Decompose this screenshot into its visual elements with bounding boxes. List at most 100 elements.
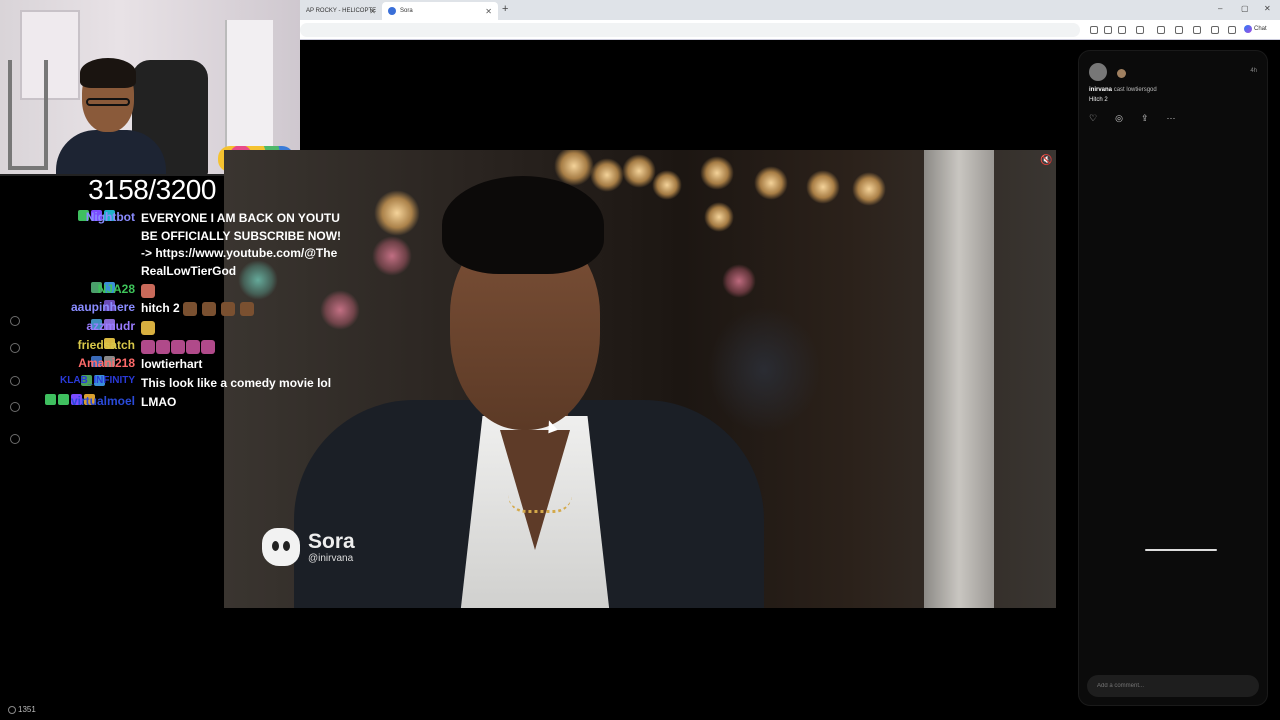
- cameo-icon: [1117, 69, 1126, 78]
- chat-username[interactable]: KLAB_INFINITY: [60, 375, 135, 386]
- post-cast: cast lowtiersgod: [1113, 87, 1157, 93]
- extension-icon[interactable]: [1090, 26, 1098, 34]
- home-icon[interactable]: [10, 316, 20, 326]
- sora-handle: @inirvana: [308, 552, 354, 564]
- chat-text: LMAO: [141, 395, 177, 409]
- gold-chain: [508, 495, 572, 513]
- favorite-star-icon[interactable]: [1118, 26, 1126, 34]
- browser-tab[interactable]: AP ROCKY - HELICOPTE ✕: [300, 2, 382, 20]
- close-tab-icon[interactable]: ✕: [369, 7, 376, 16]
- search-icon[interactable]: [10, 343, 20, 353]
- scroll-indicator[interactable]: [1145, 549, 1217, 551]
- heart-icon[interactable]: ♡: [1089, 113, 1097, 124]
- emote-icon: [201, 339, 215, 354]
- chat-text: This look like a comedy movie lol: [141, 376, 332, 390]
- copilot-chat-button[interactable]: Chat: [1244, 25, 1267, 33]
- browser-tab-active[interactable]: Sora ✕: [382, 2, 498, 20]
- chat-text: EVERYONE I AM BACK ON YOUTUBE OFFICIALLY…: [141, 211, 342, 278]
- copilot-icon: [1244, 25, 1252, 33]
- chat-username[interactable]: friedsatch: [78, 338, 135, 352]
- webcam-person-hair: [80, 58, 136, 88]
- post-actions: ♡ ◎ ⇪ ···: [1089, 113, 1175, 124]
- refresh-icon[interactable]: [1136, 26, 1144, 34]
- chat-username[interactable]: aaupinhere: [71, 300, 135, 314]
- post-time: 4h: [1250, 68, 1257, 74]
- maximize-icon[interactable]: ▢: [1241, 4, 1249, 13]
- close-window-icon[interactable]: ✕: [1264, 4, 1271, 13]
- badge-icon: [58, 394, 69, 405]
- comments-panel: 4h inirvana cast lowtiersgod Hitch 2 ♡ ◎…: [1078, 50, 1268, 706]
- tab-title: Sora: [400, 8, 413, 14]
- bokeh-light: [622, 154, 656, 188]
- emote-icon: [202, 301, 217, 316]
- browse-icon[interactable]: [10, 402, 20, 412]
- sora-logo-icon: [262, 528, 300, 566]
- post-title: Hitch 2: [1089, 97, 1108, 103]
- viewer-count-value: 1351: [18, 705, 36, 714]
- minimize-icon[interactable]: –: [1218, 4, 1222, 13]
- chat-text-content: hitch 2: [141, 301, 180, 315]
- sora-watermark: Sora @inirvana: [262, 528, 355, 566]
- emote-icon: [156, 339, 170, 354]
- man-hair: [442, 176, 604, 274]
- read-aloud-icon[interactable]: [1104, 26, 1112, 34]
- sub-goal-counter: 3158/3200: [88, 174, 216, 205]
- webcam-person-body: [56, 130, 166, 174]
- chat-label: Chat: [1254, 26, 1267, 32]
- sora-favicon-icon: [388, 7, 396, 15]
- screen: AP ROCKY - HELICOPTE ✕ Sora ✕ + – ▢ ✕ Ch…: [0, 0, 1280, 720]
- emote-icon: [240, 301, 255, 316]
- share-icon[interactable]: ⇪: [1141, 113, 1149, 124]
- sora-brand: Sora: [308, 529, 355, 553]
- emote-icon: [141, 283, 155, 298]
- bokeh-light: [754, 166, 788, 200]
- chat-username[interactable]: azzmudr: [86, 319, 135, 333]
- bokeh-light: [374, 190, 420, 236]
- bokeh-light: [372, 236, 412, 276]
- mute-icon[interactable]: 🔇: [1040, 156, 1052, 166]
- settings-icon[interactable]: [1157, 26, 1165, 34]
- chat-username[interactable]: virtualmoel: [71, 394, 135, 408]
- activity-icon[interactable]: [10, 434, 20, 444]
- chat-text: [141, 319, 341, 337]
- comment-input[interactable]: [1087, 675, 1259, 697]
- bokeh-light: [852, 172, 886, 206]
- avatar[interactable]: [1089, 63, 1107, 81]
- new-tab-button[interactable]: +: [502, 3, 508, 15]
- url-input[interactable]: [300, 23, 1080, 37]
- viewer-count: 1351: [8, 705, 36, 714]
- extensions-icon[interactable]: [1193, 26, 1201, 34]
- chat-text: lowtierhart: [141, 357, 203, 371]
- chat-username[interactable]: NJA28: [98, 282, 135, 296]
- emote-icon: [141, 320, 155, 335]
- more-icon[interactable]: ···: [1166, 113, 1175, 124]
- remix-icon[interactable]: ◎: [1115, 113, 1123, 124]
- tab-title: AP ROCKY - HELICOPTE: [306, 8, 377, 14]
- bokeh-light: [806, 170, 840, 204]
- bokeh-light: [652, 170, 682, 200]
- bokeh-light: [700, 156, 734, 190]
- profile-icon[interactable]: [1211, 26, 1219, 34]
- viewers-icon: [8, 705, 16, 714]
- favorites-icon[interactable]: [1175, 26, 1183, 34]
- following-icon[interactable]: [10, 376, 20, 386]
- chat-username[interactable]: Amani218: [78, 356, 135, 370]
- badge-icon: [45, 394, 56, 405]
- sora-video-player[interactable]: Sora @inirvana 🔇: [224, 150, 1056, 608]
- chat-text: [141, 338, 341, 356]
- post-caption: inirvana cast lowtiersgod: [1089, 87, 1157, 93]
- chat-text: [141, 282, 341, 300]
- emote-icon: [171, 339, 185, 354]
- chat-username[interactable]: Nightbot: [86, 210, 135, 224]
- emote-icon: [183, 301, 198, 316]
- bokeh-light: [704, 202, 734, 232]
- bokeh-light: [722, 264, 756, 298]
- sora-watermark-text: Sora @inirvana: [308, 529, 355, 564]
- building-pillar: [924, 150, 994, 608]
- bokeh-light: [590, 158, 624, 192]
- more-icon[interactable]: [1228, 26, 1236, 34]
- emote-icon: [141, 339, 155, 354]
- close-tab-icon[interactable]: ✕: [485, 7, 492, 16]
- post-author[interactable]: inirvana: [1089, 87, 1112, 93]
- webcam-shelf: [8, 60, 48, 170]
